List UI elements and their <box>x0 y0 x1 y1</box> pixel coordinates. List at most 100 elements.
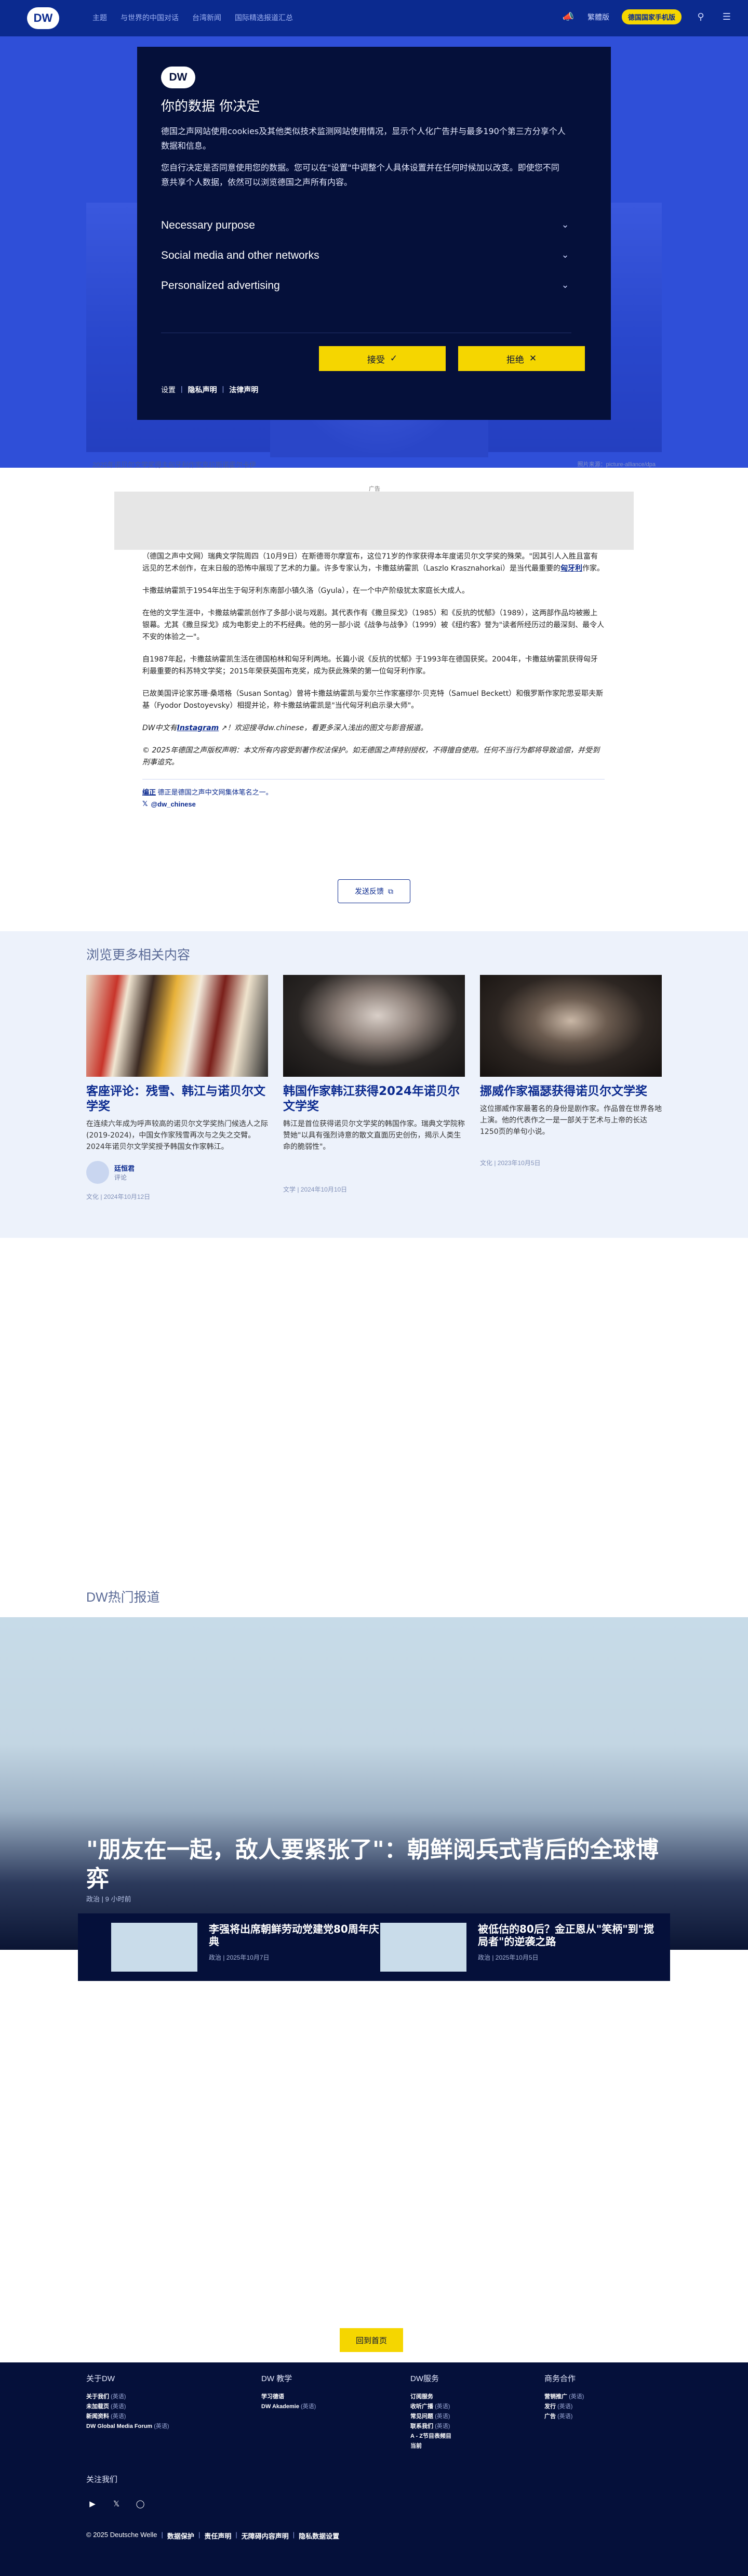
x-icon[interactable]: 𝕏 <box>110 2498 123 2510</box>
consent-text: 德国之声网站使用cookies及其他类似技术监测网站使用情况，显示个人化广告并与… <box>161 126 566 151</box>
header-nav: 主题 与世界的中国对话 台湾新闻 国际精选报道汇总 <box>92 12 293 23</box>
search-icon[interactable]: ⚲ <box>694 10 707 24</box>
nav-item[interactable]: 与世界的中国对话 <box>121 12 179 23</box>
author-name: 廷恒君 <box>114 1165 135 1172</box>
link-text: 订阅服务 <box>410 2394 433 2400</box>
hot-card[interactable]: 李强将出席朝鲜劳动党建党80周年庆典 政治 | 2025年10月7日 <box>111 1923 385 1972</box>
reject-button[interactable]: 拒绝 ✕ <box>458 346 585 371</box>
site-header: DW 主题 与世界的中国对话 台湾新闻 国际精选报道汇总 📣 繁體版 德国国家手… <box>0 0 748 36</box>
footer-link[interactable]: 当前 <box>410 2441 451 2451</box>
lang-tag: (英语) <box>435 2403 450 2410</box>
footer-link[interactable]: 未加载页 (英语) <box>86 2402 169 2412</box>
hot-headline[interactable]: "朋友在一起，敌人要紧张了"：朝鲜阅兵式背后的全球博弈 <box>86 1835 663 1894</box>
lang-tag: (英语) <box>557 2413 573 2420</box>
language-selector[interactable]: 德国国家手机版 <box>621 9 682 24</box>
legal-link[interactable]: 法律声明 <box>229 385 258 395</box>
legal-link[interactable]: 责任声明 <box>204 2531 231 2541</box>
author-name[interactable]: 编正 <box>142 788 156 796</box>
accordion-advertising[interactable]: Personalized advertising ⌄ <box>161 271 571 301</box>
chevron-down-icon: ⌄ <box>561 219 569 230</box>
author-description: 德正是德国之声中文网集体笔名之一。 <box>157 788 273 796</box>
chevron-down-icon: ⌄ <box>561 249 569 260</box>
hot-section-title: DW热门报道 <box>86 1590 160 1605</box>
footer-link[interactable]: 关于我们 (英语) <box>86 2392 169 2402</box>
traditional-chinese-link[interactable]: 繁體版 <box>587 12 609 22</box>
accordion-label: Social media and other networks <box>161 249 319 261</box>
footer-link[interactable]: DW Global Media Forum (英语) <box>86 2422 169 2432</box>
separator: | <box>235 2531 237 2539</box>
link-text: 常见问题 <box>410 2413 433 2420</box>
privacy-link[interactable]: 隐私声明 <box>188 385 217 395</box>
lang-tag: (英语) <box>111 2403 126 2410</box>
back-to-home-button[interactable]: 回到首页 <box>340 2328 403 2352</box>
dw-logo[interactable]: DW <box>27 7 59 29</box>
separator: | <box>292 2531 295 2539</box>
youtube-icon[interactable]: ▶ <box>86 2498 99 2510</box>
footer-link[interactable]: 常见问题 (英语) <box>410 2412 451 2422</box>
related-card-title[interactable]: 客座评论：残雪、韩江与诺贝尔文学奖 <box>86 1084 268 1114</box>
lang-tag: (英语) <box>154 2423 169 2429</box>
header-actions: 📣 繁體版 德国国家手机版 ⚲ ☰ <box>562 9 733 24</box>
megaphone-icon[interactable]: 📣 <box>562 10 575 24</box>
portrait-image <box>283 975 465 1077</box>
hot-card-meta: 政治 | 2025年10月5日 <box>478 1954 539 1961</box>
lang-tag: (英语) <box>301 2403 316 2410</box>
accept-button[interactable]: 接受 ✓ <box>319 346 446 371</box>
paragraph-text: （德国之声中文网）瑞典文学院周四（10月9日）在斯德哥尔摩宣布，这位71岁的作家… <box>142 552 598 573</box>
footer-link[interactable]: 营销推广 (英语) <box>544 2392 584 2402</box>
legal-link[interactable]: 隐私数据设置 <box>299 2531 339 2541</box>
related-card[interactable]: 客座评论：残雪、韩江与诺贝尔文学奖 在连续六年成为呼声较高的诺贝尔文学奖热门候选… <box>86 975 268 1201</box>
hot-card-image <box>111 1923 197 1972</box>
footer-link[interactable]: 新闻资料 (英语) <box>86 2412 169 2422</box>
consent-purposes: Necessary purpose ⌄ Social media and oth… <box>161 210 571 301</box>
nav-item[interactable]: 台湾新闻 <box>192 12 221 23</box>
settings-link[interactable]: 设置 <box>161 385 176 395</box>
footer-link[interactable]: 广告 (英语) <box>544 2412 584 2422</box>
chevron-down-icon: ⌄ <box>561 280 569 290</box>
footer-link[interactable]: A - Z节目表频目 <box>410 2432 451 2441</box>
legal-link[interactable]: 无障碍内容声明 <box>242 2531 289 2541</box>
accordion-necessary[interactable]: Necessary purpose ⌄ <box>161 210 571 241</box>
hot-card[interactable]: 被低估的80后？金正恩从"笑柄"到"搅局者"的逆袭之路 政治 | 2025年10… <box>380 1923 654 1972</box>
lang-tag: (英语) <box>111 2394 126 2400</box>
footer-link[interactable]: 订阅服务 <box>410 2392 451 2402</box>
instagram-icon[interactable]: ◯ <box>134 2498 146 2510</box>
related-card[interactable]: 挪威作家福瑟获得诺贝尔文学奖 这位挪威作家最著名的身份是剧作家。作品曾在世界各地… <box>480 975 662 1167</box>
nav-item[interactable]: 国际精选报道汇总 <box>235 12 293 23</box>
hot-card-title[interactable]: 李强将出席朝鲜劳动党建党80周年庆典 <box>209 1923 385 1948</box>
legal-link[interactable]: 数据保护 <box>167 2531 194 2541</box>
related-card-meta: 文学 | 2024年10月10日 <box>283 1186 348 1193</box>
link-text: A - Z节目表频目 <box>410 2433 452 2439</box>
external-link-icon: ↗ <box>221 724 228 732</box>
author-chip[interactable]: 廷恒君 评论 <box>86 1161 268 1184</box>
paragraph-text: DW中文有 <box>142 724 177 732</box>
footer-link[interactable]: 联系我们 (英语) <box>410 2422 451 2432</box>
paragraph: DW中文有Instagram ↗！欢迎搜寻dw.chinese，看更多深入浅出的… <box>142 722 605 734</box>
footer-link[interactable]: 收听广播 (英语) <box>410 2402 451 2412</box>
related-card-title[interactable]: 韩国作家韩江获得2024年诺贝尔文学奖 <box>283 1084 465 1114</box>
x-icon: 𝕏 <box>142 800 148 808</box>
footer-link[interactable]: DW Akademie (英语) <box>261 2402 316 2412</box>
accordion-label: Personalized advertising <box>161 280 280 292</box>
hungary-link[interactable]: 匈牙利 <box>560 564 582 573</box>
link-text: 关于我们 <box>86 2394 109 2400</box>
reject-label: 拒绝 <box>506 354 524 365</box>
related-card-title[interactable]: 挪威作家福瑟获得诺贝尔文学奖 <box>480 1084 662 1099</box>
avatar <box>86 1161 109 1184</box>
instagram-link[interactable]: Instagram <box>177 724 219 732</box>
menu-icon[interactable]: ☰ <box>720 10 733 24</box>
accordion-social-media[interactable]: Social media and other networks ⌄ <box>161 241 571 271</box>
footer-link[interactable]: 学习德语 <box>261 2392 316 2402</box>
footer-link[interactable]: 发行 (英语) <box>544 2402 584 2412</box>
consent-buttons: 接受 ✓ 拒绝 ✕ <box>319 346 585 371</box>
x-handle[interactable]: 𝕏 @dw_chinese <box>142 800 605 808</box>
send-feedback-button[interactable]: 发送反馈 ⧉ <box>338 879 410 903</box>
footer-col-title: DW服务 <box>410 2374 439 2383</box>
related-card[interactable]: 韩国作家韩江获得2024年诺贝尔文学奖 韩江是首位获得诺贝尔文学奖的韩国作家。瑞… <box>283 975 465 1194</box>
nav-item[interactable]: 主题 <box>92 12 107 23</box>
hot-card-title[interactable]: 被低估的80后？金正恩从"笑柄"到"搅局者"的逆袭之路 <box>478 1923 654 1948</box>
ad-slot[interactable] <box>114 492 634 550</box>
copy-icon: ⧉ <box>388 887 393 895</box>
link-text: DW Akademie <box>261 2403 299 2410</box>
article-body: （德国之声中文网）瑞典文学院周四（10月9日）在斯德哥尔摩宣布，这位71岁的作家… <box>142 551 605 808</box>
